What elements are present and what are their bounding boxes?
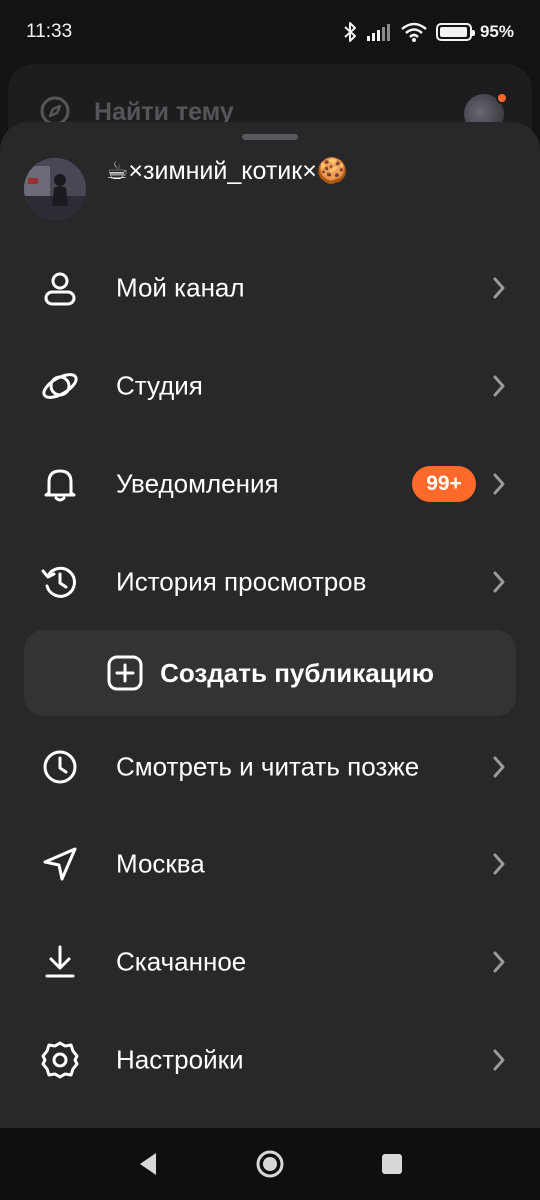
gear-icon	[41, 1041, 79, 1079]
menu-label: История просмотров	[116, 566, 367, 597]
menu-item-notifications[interactable]: Уведомления 99+	[0, 436, 540, 532]
signal-icon	[366, 24, 390, 41]
avatar-photo	[24, 158, 86, 220]
menu-item-history[interactable]: История просмотров	[0, 534, 540, 630]
history-icon	[41, 566, 76, 598]
chevron-right-icon	[493, 1049, 505, 1071]
status-time: 11:33	[26, 21, 73, 42]
bell-icon	[44, 469, 76, 502]
notification-dot	[496, 92, 508, 104]
battery-level	[439, 27, 467, 37]
menu-label: Мой канал	[116, 272, 245, 303]
chevron-right-icon	[493, 277, 505, 299]
chevron-right-icon	[493, 951, 505, 973]
status-icons: 95%	[342, 21, 514, 43]
notifications-count-badge: 99+	[412, 466, 476, 502]
chevron-right-icon	[493, 756, 505, 778]
menu-label: Скачанное	[116, 946, 247, 977]
download-icon	[45, 945, 75, 978]
wifi-icon	[401, 22, 427, 42]
sheet-grabber[interactable]	[242, 134, 298, 140]
back-icon[interactable]	[132, 1148, 164, 1180]
menu-label: Студия	[116, 370, 203, 401]
status-bar: 11:33 95%	[0, 0, 540, 64]
menu-label: Смотреть и читать позже	[116, 751, 420, 782]
bluetooth-icon	[344, 22, 356, 42]
location-arrow-icon	[43, 847, 77, 881]
menu-label: Уведомления	[116, 468, 279, 499]
menu-item-watch-later[interactable]: Смотреть и читать позже	[0, 719, 540, 815]
clock-icon	[43, 750, 77, 784]
battery-percent: 95%	[479, 22, 514, 41]
recents-icon[interactable]	[376, 1148, 408, 1180]
screen: 11:33 95% Найти тему ☕×зимний_котик×🍪 Мо…	[0, 0, 540, 1200]
system-navigation-bar	[0, 1128, 540, 1200]
menu-item-studio[interactable]: Студия	[0, 338, 540, 434]
create-publication-button[interactable]: Создать публикацию	[24, 630, 516, 716]
menu-item-settings[interactable]: Настройки	[0, 1012, 540, 1108]
create-publication-label: Создать публикацию	[160, 657, 434, 688]
profile-avatar[interactable]	[24, 158, 86, 220]
studio-orbit-icon	[42, 373, 78, 399]
person-icon	[44, 272, 76, 306]
menu-sheet: ☕×зимний_котик×🍪 Мой канал Студия Уведом…	[0, 122, 540, 1128]
home-icon[interactable]	[254, 1148, 286, 1180]
menu-label: Настройки	[116, 1044, 244, 1075]
chevron-right-icon	[493, 571, 505, 593]
profile-name[interactable]: ☕×зимний_котик×🍪	[106, 154, 348, 188]
chevron-right-icon	[493, 473, 505, 495]
menu-item-location[interactable]: Москва	[0, 816, 540, 912]
plus-square-icon	[107, 655, 143, 691]
chevron-right-icon	[493, 375, 505, 397]
menu-label: Москва	[116, 848, 205, 879]
menu-item-downloads[interactable]: Скачанное	[0, 914, 540, 1010]
battery-icon	[435, 23, 475, 41]
menu-item-my-channel[interactable]: Мой канал	[0, 240, 540, 336]
chevron-right-icon	[493, 853, 505, 875]
